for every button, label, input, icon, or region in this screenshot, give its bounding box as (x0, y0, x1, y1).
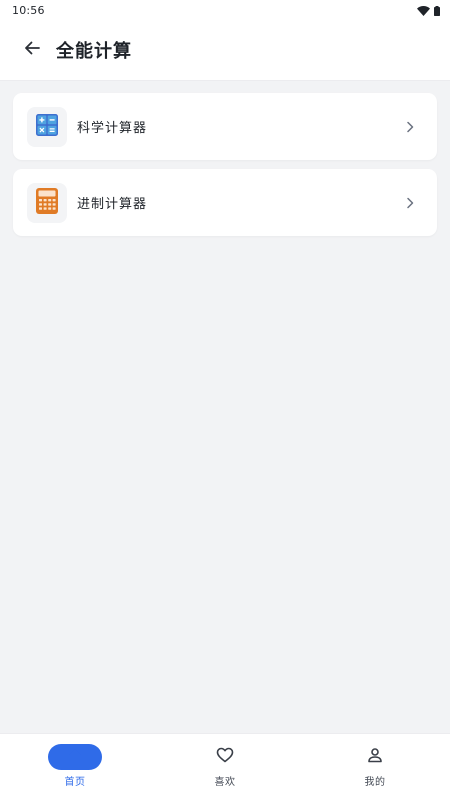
chevron-right-icon (403, 119, 417, 133)
battery-icon (434, 1, 440, 20)
calculator-list: 科学计算器 进制计算器 (13, 93, 437, 245)
list-item-scientific-calculator[interactable]: 科学计算器 (13, 93, 437, 160)
nav-label-home: 首页 (64, 777, 86, 788)
status-bar: 10:56 (0, 0, 450, 20)
heart-icon (216, 747, 234, 767)
icon-box (27, 106, 67, 147)
page-title: 全能计算 (56, 41, 132, 62)
nav-label-favorites: 喜欢 (214, 777, 236, 788)
chevron-right-icon (403, 195, 417, 209)
app-bar: 全能计算 (0, 20, 450, 81)
nav-active-indicator (48, 744, 102, 770)
arrow-left-icon (23, 39, 41, 61)
base-calculator-icon (36, 187, 58, 218)
person-icon (367, 747, 383, 767)
list-item-label: 科学计算器 (77, 121, 148, 136)
scientific-calculator-icon (36, 113, 58, 140)
nav-item-home[interactable]: 首页 (0, 734, 150, 800)
wifi-icon (417, 1, 430, 20)
list-item-base-calculator[interactable]: 进制计算器 (13, 169, 437, 236)
status-time: 10:56 (12, 3, 45, 17)
nav-icon-wrap (348, 744, 402, 770)
icon-box (27, 182, 67, 223)
nav-item-favorites[interactable]: 喜欢 (150, 734, 300, 800)
status-icons (417, 1, 440, 20)
bottom-nav: 首页 喜欢 我的 (0, 733, 450, 800)
screen: 10:56 全能计算 科学计算器 进制计算器 首页 喜欢 我的 (0, 0, 450, 800)
nav-icon-wrap (198, 744, 252, 770)
back-button[interactable] (20, 38, 44, 62)
home-icon (67, 747, 83, 767)
nav-item-profile[interactable]: 我的 (300, 734, 450, 800)
list-item-label: 进制计算器 (77, 197, 148, 212)
nav-label-profile: 我的 (364, 777, 386, 788)
